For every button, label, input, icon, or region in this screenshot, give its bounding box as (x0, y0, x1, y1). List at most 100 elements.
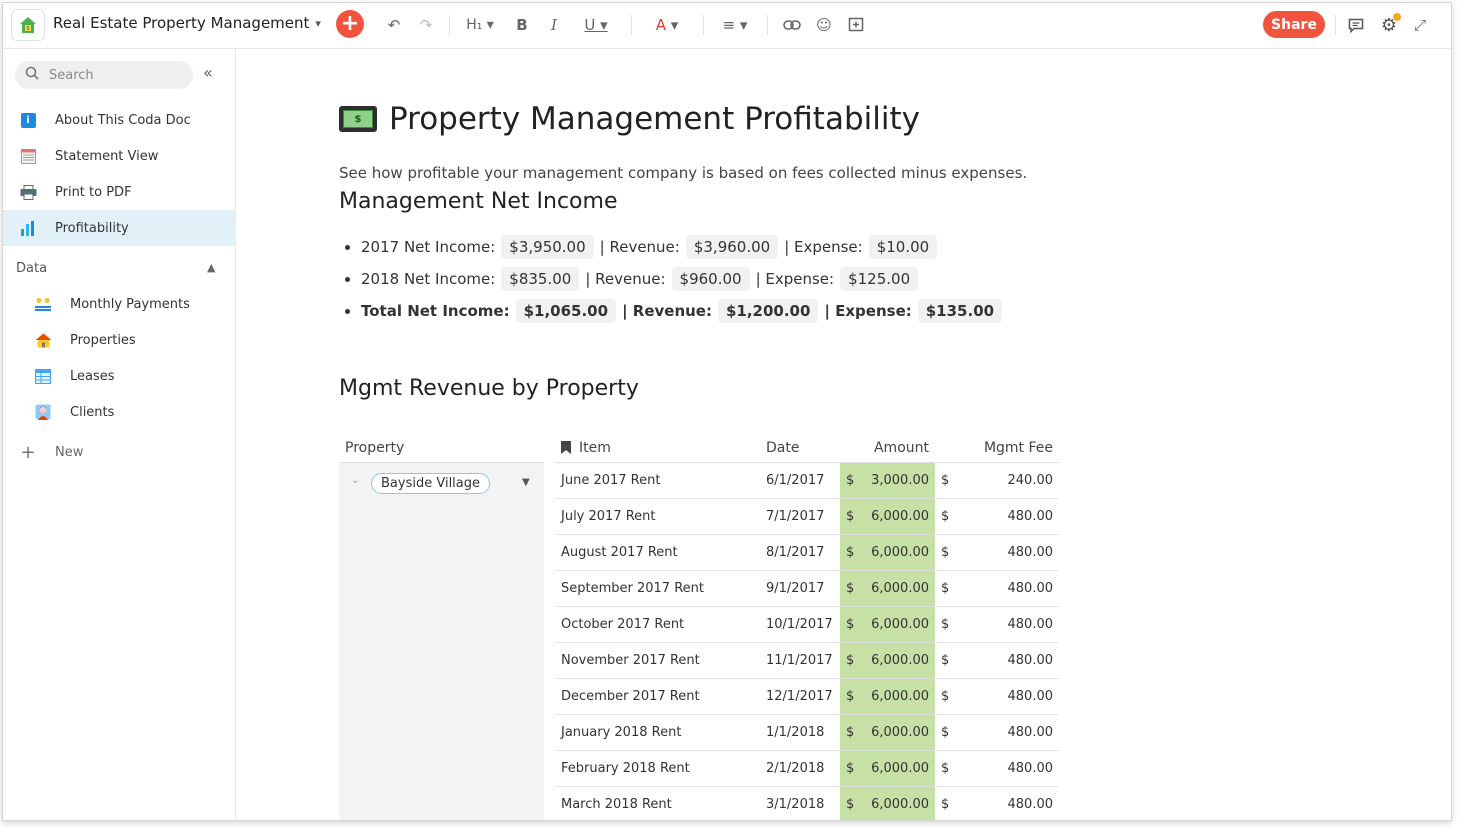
share-button[interactable]: Share (1263, 11, 1325, 38)
cell-mgmt-fee[interactable]: $480.00 (935, 571, 1059, 606)
cell-amount[interactable]: $6,000.00 (840, 571, 935, 606)
page-title[interactable]: Property Management Profitability (389, 101, 920, 137)
sidebar-item-profitability[interactable]: Profitability (3, 210, 236, 246)
dropdown-caret-icon[interactable]: ▼ (522, 477, 530, 488)
sidebar-new-page[interactable]: + New (3, 434, 236, 470)
settings-gear-icon[interactable]: ⚙ (1377, 11, 1401, 39)
underline-dropdown[interactable]: U ▾ (575, 11, 617, 39)
cell-mgmt-fee[interactable]: $480.00 (935, 607, 1059, 642)
cell-item[interactable]: March 2018 Rent (555, 787, 756, 820)
heading-style-dropdown[interactable]: H₁ ▾ (461, 11, 499, 39)
sidebar-item-statement-view[interactable]: Statement View (3, 138, 236, 174)
cell-mgmt-fee[interactable]: $240.00 (935, 463, 1059, 498)
cell-amount[interactable]: $6,000.00 (840, 499, 935, 534)
sidebar-item-leases[interactable]: Leases (3, 358, 236, 394)
section-heading-net-income[interactable]: Management Net Income (339, 189, 617, 214)
cell-item[interactable]: October 2017 Rent (555, 607, 756, 642)
table-row[interactable]: October 2017 Rent 10/1/2017 $6,000.00 $480.… (555, 607, 1059, 643)
cell-date[interactable]: 12/1/2017 (756, 679, 840, 714)
table-row[interactable]: June 2017 Rent 6/1/2017 $3,000.00 $240.00 (555, 463, 1059, 499)
cell-date[interactable]: 11/1/2017 (756, 643, 840, 678)
cell-item[interactable]: September 2017 Rent (555, 571, 756, 606)
cell-date[interactable]: 6/1/2017 (756, 463, 840, 498)
cell-date[interactable]: 10/1/2017 (756, 607, 840, 642)
insert-plus-button[interactable]: + (336, 10, 364, 38)
cell-mgmt-fee[interactable]: $480.00 (935, 643, 1059, 678)
cell-amount[interactable]: $6,000.00 (840, 715, 935, 750)
cell-mgmt-fee[interactable]: $480.00 (935, 751, 1059, 786)
cell-amount[interactable]: $6,000.00 (840, 535, 935, 570)
cell-item[interactable]: July 2017 Rent (555, 499, 756, 534)
doc-logo-icon[interactable]: $ (11, 9, 45, 41)
align-dropdown[interactable]: ≡ ▾ (717, 11, 753, 39)
data-section-label[interactable]: Data (16, 261, 47, 276)
expand-icon[interactable]: ⤢ (1409, 11, 1431, 39)
comments-icon[interactable] (1345, 11, 1367, 39)
list-item[interactable]: 2018 Net Income: $835.00 | Revenue: $960… (345, 263, 1008, 295)
doc-title-menu[interactable]: Real Estate Property Management ▾ (53, 14, 321, 32)
sidebar-item-label: Leases (70, 368, 115, 384)
undo-icon[interactable]: ↶ (383, 11, 405, 39)
cell-amount[interactable]: $6,000.00 (840, 787, 935, 820)
property-chip[interactable]: Bayside Village (371, 473, 491, 494)
sidebar-item-monthly-payments[interactable]: Monthly Payments (3, 286, 236, 322)
table-row[interactable]: August 2017 Rent 8/1/2017 $6,000.00 $480.00 (555, 535, 1059, 571)
collapse-sidebar-icon[interactable]: « (203, 63, 213, 82)
cell-amount[interactable]: $6,000.00 (840, 607, 935, 642)
cell-date[interactable]: 3/1/2018 (756, 787, 840, 820)
chevron-down-icon[interactable]: ⌄ (351, 475, 359, 486)
column-header-amount[interactable]: Amount (840, 433, 935, 462)
list-item-total[interactable]: Total Net Income: $1,065.00 | Revenue: $… (345, 295, 1008, 327)
column-header-date[interactable]: Date (756, 433, 840, 462)
cell-date[interactable]: 8/1/2017 (756, 535, 840, 570)
sidebar-item-properties[interactable]: Properties (3, 322, 236, 358)
cell-item[interactable]: June 2017 Rent (555, 463, 756, 498)
cell-item[interactable]: August 2017 Rent (555, 535, 756, 570)
cell-date[interactable]: 9/1/2017 (756, 571, 840, 606)
table-row[interactable]: September 2017 Rent 9/1/2017 $6,000.00 $480… (555, 571, 1059, 607)
italic-icon[interactable]: I (545, 11, 563, 39)
column-header-item[interactable]: Item (555, 433, 756, 462)
text-color-dropdown[interactable]: A ▾ (645, 11, 689, 39)
insert-comment-box-icon[interactable] (845, 11, 867, 39)
cell-mgmt-fee[interactable]: $480.00 (935, 787, 1059, 820)
sidebar-item-about[interactable]: i About This Coda Doc (3, 102, 236, 138)
search-input[interactable]: Search (15, 61, 193, 89)
page-description[interactable]: See how profitable your management compa… (339, 164, 1027, 182)
chevron-up-icon[interactable]: ▲ (207, 261, 215, 274)
cell-mgmt-fee[interactable]: $480.00 (935, 499, 1059, 534)
cell-date[interactable]: 1/1/2018 (756, 715, 840, 750)
page-title-block: $ Property Management Profitability (339, 101, 920, 137)
column-header-mgmt-fee[interactable]: Mgmt Fee (935, 433, 1059, 462)
list-item[interactable]: 2017 Net Income: $3,950.00 | Revenue: $3… (345, 231, 1008, 263)
cell-amount[interactable]: $6,000.00 (840, 751, 935, 786)
table-row[interactable]: July 2017 Rent 7/1/2017 $6,000.00 $480.00 (555, 499, 1059, 535)
redo-icon[interactable]: ↷ (415, 11, 437, 39)
cell-amount[interactable]: $6,000.00 (840, 643, 935, 678)
section-heading-revenue-by-property[interactable]: Mgmt Revenue by Property (339, 376, 639, 401)
sidebar-item-print-to-pdf[interactable]: Print to PDF (3, 174, 236, 210)
table-row[interactable]: January 2018 Rent 1/1/2018 $6,000.00 $480.0… (555, 715, 1059, 751)
cell-item[interactable]: November 2017 Rent (555, 643, 756, 678)
cell-amount[interactable]: $6,000.00 (840, 679, 935, 714)
cell-amount[interactable]: $3,000.00 (840, 463, 935, 498)
table-row[interactable]: March 2018 Rent 3/1/2018 $6,000.00 $480.00 (555, 787, 1059, 820)
currency-symbol: $ (941, 797, 950, 812)
table-row[interactable]: December 2017 Rent 12/1/2017 $6,000.00 $480… (555, 679, 1059, 715)
cell-mgmt-fee[interactable]: $480.00 (935, 535, 1059, 570)
column-header-property[interactable]: Property (339, 433, 544, 463)
emoji-icon[interactable]: ☺ (813, 11, 835, 39)
table-row[interactable]: November 2017 Rent 11/1/2017 $6,000.00 $480… (555, 643, 1059, 679)
sidebar-item-clients[interactable]: Clients (3, 394, 236, 430)
cell-mgmt-fee[interactable]: $480.00 (935, 715, 1059, 750)
link-icon[interactable] (781, 11, 803, 39)
cell-item[interactable]: February 2018 Rent (555, 751, 756, 786)
table-row[interactable]: February 2018 Rent 2/1/2018 $6,000.00 $480.… (555, 751, 1059, 787)
cell-mgmt-fee[interactable]: $480.00 (935, 679, 1059, 714)
cell-item[interactable]: December 2017 Rent (555, 679, 756, 714)
cell-date[interactable]: 7/1/2017 (756, 499, 840, 534)
cell-item[interactable]: January 2018 Rent (555, 715, 756, 750)
amount-value: 3,000.00 (871, 473, 929, 488)
cell-date[interactable]: 2/1/2018 (756, 751, 840, 786)
bold-icon[interactable]: B (513, 11, 531, 39)
